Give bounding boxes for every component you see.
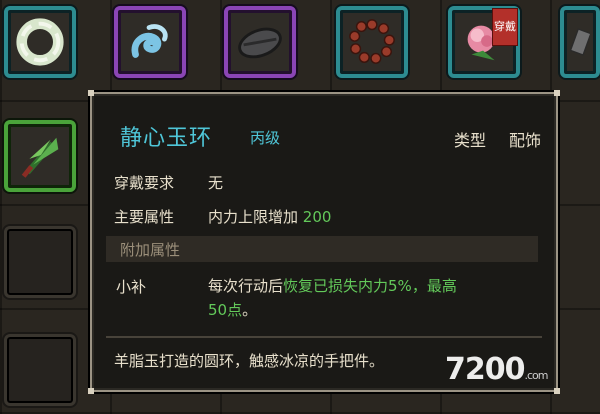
grey-item-icon bbox=[570, 16, 590, 68]
tooltip-divider bbox=[106, 336, 542, 338]
inventory-slot-jade-ring[interactable] bbox=[4, 6, 76, 78]
item-grade: 丙级 bbox=[250, 129, 281, 147]
main-attribute-value: 内力上限增加 200 bbox=[208, 206, 331, 227]
blue-swirl-icon bbox=[124, 16, 176, 68]
site-watermark: 7200.com bbox=[445, 352, 549, 387]
bonus-highlight: 恢复已损失内力5%，最高 bbox=[283, 277, 457, 295]
inventory-slot-pink-flower[interactable]: 穿戴 bbox=[448, 6, 520, 78]
item-type-value: 配饰 bbox=[509, 131, 542, 150]
inventory-slot-herb-bundle[interactable] bbox=[4, 120, 76, 192]
extra-attributes-header: 附加属性 bbox=[106, 236, 538, 262]
watermark-suffix: .com bbox=[524, 369, 549, 382]
watermark-text: 7200 bbox=[445, 352, 525, 387]
requirement-value: 无 bbox=[208, 174, 224, 192]
main-attribute-number: 200 bbox=[302, 208, 332, 226]
inventory-slot-blue-swirl[interactable] bbox=[114, 6, 186, 78]
inventory-slot-empty[interactable] bbox=[4, 334, 76, 406]
bonus-highlight-2: 50点 bbox=[208, 301, 243, 319]
item-description: 羊脂玉打造的圆环，触感冰凉的手把件。 bbox=[114, 352, 385, 370]
bonus-suffix: 。 bbox=[242, 301, 258, 319]
extra-attributes-title: 附加属性 bbox=[120, 241, 181, 259]
inventory-slot-empty[interactable] bbox=[4, 226, 76, 298]
item-name: 静心玉环 bbox=[120, 126, 213, 151]
inventory-slot-dark-bowl[interactable] bbox=[224, 6, 296, 78]
tooltip-corner bbox=[88, 388, 94, 394]
requirement-label: 穿戴要求 bbox=[114, 174, 175, 192]
item-type-label: 类型 bbox=[454, 131, 487, 150]
equipped-badge: 穿戴 bbox=[492, 8, 518, 46]
main-attribute-label: 主要属性 bbox=[114, 208, 175, 226]
item-tooltip: 静心玉环 丙级 类型 配饰 穿戴要求 无 主要属性 内力上限增加 200 附加属… bbox=[88, 90, 560, 394]
bonus-name: 小补 bbox=[116, 278, 147, 296]
tooltip-corner bbox=[88, 90, 94, 96]
inventory-slot-prayer-beads[interactable] bbox=[336, 6, 408, 78]
bonus-prefix: 每次行动后 bbox=[208, 277, 284, 295]
herb-bundle-icon bbox=[14, 130, 66, 182]
bonus-description: 每次行动后恢复已损失内力5%，最高 50点。 bbox=[208, 274, 508, 322]
main-attribute-text: 内力上限增加 bbox=[208, 208, 299, 226]
tooltip-corner bbox=[554, 90, 560, 96]
dark-bowl-icon bbox=[234, 16, 286, 68]
prayer-beads-icon bbox=[346, 16, 398, 68]
tooltip-corner bbox=[554, 388, 560, 394]
inventory-slot-grey-item[interactable] bbox=[560, 6, 600, 78]
jade-ring-icon bbox=[14, 16, 66, 68]
